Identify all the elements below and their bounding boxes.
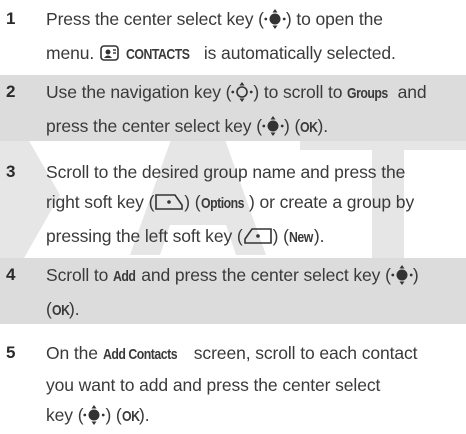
step-5: 5 On the Add Contacts screen, scroll to … xyxy=(0,338,466,433)
step-text: Use the navigation key () to scroll to G… xyxy=(46,77,458,145)
center-select-key-icon xyxy=(264,8,286,38)
ui-label: OK xyxy=(300,119,318,136)
center-select-key-icon xyxy=(262,115,284,145)
center-select-key-icon xyxy=(391,264,413,294)
contacts-icon xyxy=(99,42,121,72)
step-2: 2 Use the navigation key () to scroll to… xyxy=(0,75,466,141)
ui-label: New xyxy=(288,229,313,246)
center-select-key-icon xyxy=(83,404,106,434)
ui-label: Groups xyxy=(347,85,388,102)
step-3: 3 Scroll to the desired group name and p… xyxy=(0,157,466,253)
ui-label: Add xyxy=(113,268,136,285)
left-soft-key-icon xyxy=(243,225,273,255)
step-text: Scroll to Add and press the center selec… xyxy=(46,260,458,326)
ui-label: CONTACTS xyxy=(125,46,190,63)
ui-label: OK xyxy=(121,408,140,425)
step-number: 1 xyxy=(6,9,16,28)
step-4: 4 Scroll to Add and press the center sel… xyxy=(0,258,466,324)
ui-label: OK xyxy=(51,302,70,319)
right-soft-key-icon xyxy=(154,191,184,221)
navigation-key-icon xyxy=(231,81,253,111)
step-number: 3 xyxy=(6,162,16,181)
step-text: Press the center select key () to open t… xyxy=(46,4,458,72)
step-number: 5 xyxy=(6,343,16,362)
ui-label: Add Contacts xyxy=(102,346,178,363)
step-text: Scroll to the desired group name and pre… xyxy=(46,157,458,255)
step-1: 1 Press the center select key () to open… xyxy=(0,4,466,68)
ui-label: Options xyxy=(200,195,245,212)
step-number: 2 xyxy=(6,82,16,101)
step-number: 4 xyxy=(6,265,16,284)
step-text: On the Add Contacts screen, scroll to ea… xyxy=(46,338,458,434)
